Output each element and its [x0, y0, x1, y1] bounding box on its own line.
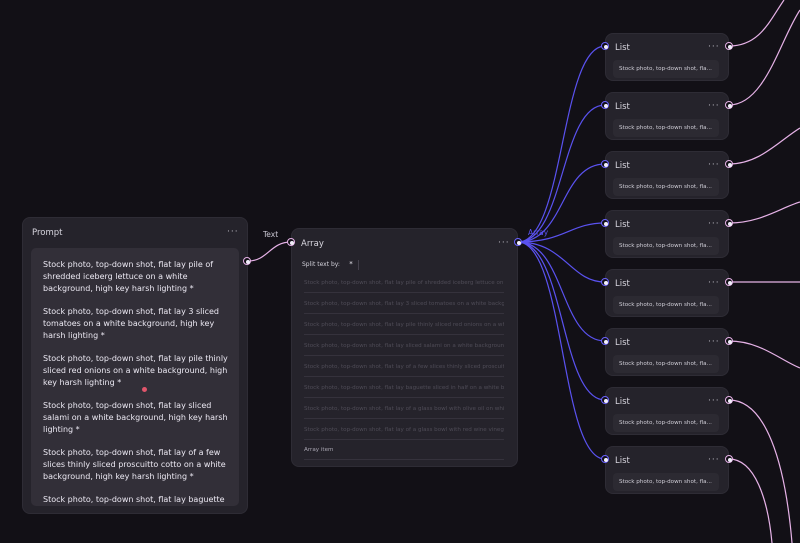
array-item[interactable]: Stock photo, top-down shot, flat lay of …: [304, 359, 504, 377]
prompt-paragraph: Stock photo, top-down shot, flat lay sli…: [43, 401, 228, 434]
list-node[interactable]: List ··· Stock photo, top-down shot, fla…: [605, 387, 729, 435]
prompt-node-title: Prompt: [32, 228, 63, 238]
list-node-value: Stock photo, top-down shot, fla...: [613, 296, 719, 314]
split-text-label: Split text by:: [302, 261, 340, 268]
list-node-menu-button[interactable]: ···: [708, 455, 720, 465]
prompt-paragraph: Stock photo, top-down shot, flat lay pil…: [43, 260, 214, 293]
list-node-value: Stock photo, top-down shot, fla...: [613, 119, 719, 137]
list-node-menu-button[interactable]: ···: [708, 337, 720, 347]
list-input-port[interactable]: [601, 42, 609, 50]
array-node-title: Array: [301, 239, 324, 249]
list-node-menu-button[interactable]: ···: [708, 101, 720, 111]
list-node-menu-button[interactable]: ···: [708, 160, 720, 170]
list-node-menu-button[interactable]: ···: [708, 42, 720, 52]
list-node-title: List: [615, 338, 630, 348]
list-node-title: List: [615, 397, 630, 407]
array-node-menu-button[interactable]: ···: [498, 238, 510, 248]
list-input-port[interactable]: [601, 101, 609, 109]
list-node-menu-button[interactable]: ···: [708, 278, 720, 288]
list-node-title: List: [615, 456, 630, 466]
list-node-value: Stock photo, top-down shot, fla...: [613, 60, 719, 78]
list-input-port[interactable]: [601, 160, 609, 168]
list-node[interactable]: List ··· Stock photo, top-down shot, fla…: [605, 92, 729, 140]
list-input-port[interactable]: [601, 396, 609, 404]
cursor-marker: [142, 387, 147, 392]
edge-label-array: Array: [528, 228, 549, 237]
list-node-value: Stock photo, top-down shot, fla...: [613, 355, 719, 373]
array-input-port[interactable]: [287, 238, 295, 246]
list-output-port[interactable]: [725, 396, 733, 404]
list-node-title: List: [615, 43, 630, 53]
prompt-node-menu-button[interactable]: ···: [227, 227, 239, 237]
list-input-port[interactable]: [601, 337, 609, 345]
split-text-input[interactable]: *: [344, 260, 359, 270]
array-item[interactable]: Stock photo, top-down shot, flat lay of …: [304, 401, 504, 419]
list-node-menu-button[interactable]: ···: [708, 219, 720, 229]
array-item[interactable]: Stock photo, top-down shot, flat lay of …: [304, 422, 504, 440]
prompt-text-area[interactable]: Stock photo, top-down shot, flat lay pil…: [31, 248, 239, 506]
prompt-paragraph: Stock photo, top-down shot, flat lay of …: [43, 448, 226, 481]
prompt-output-port[interactable]: [243, 257, 251, 265]
prompt-paragraph: Stock photo, top-down shot, flat lay 3 s…: [43, 307, 219, 340]
list-input-port[interactable]: [601, 455, 609, 463]
array-item[interactable]: Stock photo, top-down shot, flat lay sli…: [304, 338, 504, 356]
list-input-port[interactable]: [601, 219, 609, 227]
list-node-value: Stock photo, top-down shot, fla...: [613, 473, 719, 491]
list-node-title: List: [615, 102, 630, 112]
array-item[interactable]: Stock photo, top-down shot, flat lay pil…: [304, 275, 504, 293]
prompt-node[interactable]: Prompt ··· Stock photo, top-down shot, f…: [22, 217, 248, 514]
list-node[interactable]: List ··· Stock photo, top-down shot, fla…: [605, 33, 729, 81]
list-output-port[interactable]: [725, 278, 733, 286]
prompt-paragraph: Stock photo, top-down shot, flat lay bag…: [43, 495, 225, 504]
list-input-port[interactable]: [601, 278, 609, 286]
array-item-placeholder[interactable]: Array item: [304, 442, 504, 460]
array-item[interactable]: Stock photo, top-down shot, flat lay pil…: [304, 317, 504, 335]
list-output-port[interactable]: [725, 455, 733, 463]
prompt-paragraph: Stock photo, top-down shot, flat lay pil…: [43, 354, 228, 387]
list-node[interactable]: List ··· Stock photo, top-down shot, fla…: [605, 151, 729, 199]
list-output-port[interactable]: [725, 42, 733, 50]
list-node-menu-button[interactable]: ···: [708, 396, 720, 406]
list-node-value: Stock photo, top-down shot, fla...: [613, 414, 719, 432]
list-node[interactable]: List ··· Stock photo, top-down shot, fla…: [605, 269, 729, 317]
list-node[interactable]: List ··· Stock photo, top-down shot, fla…: [605, 210, 729, 258]
list-node-value: Stock photo, top-down shot, fla...: [613, 237, 719, 255]
list-output-port[interactable]: [725, 219, 733, 227]
list-node-title: List: [615, 279, 630, 289]
list-output-port[interactable]: [725, 337, 733, 345]
list-node[interactable]: List ··· Stock photo, top-down shot, fla…: [605, 328, 729, 376]
array-node[interactable]: Array ··· Split text by: * Stock photo, …: [291, 228, 518, 467]
array-item[interactable]: Stock photo, top-down shot, flat lay bag…: [304, 380, 504, 398]
list-output-port[interactable]: [725, 160, 733, 168]
list-node[interactable]: List ··· Stock photo, top-down shot, fla…: [605, 446, 729, 494]
list-node-title: List: [615, 220, 630, 230]
list-node-value: Stock photo, top-down shot, fla...: [613, 178, 719, 196]
list-node-title: List: [615, 161, 630, 171]
edge-label-text: Text: [263, 230, 279, 239]
array-item[interactable]: Stock photo, top-down shot, flat lay 3 s…: [304, 296, 504, 314]
array-output-port[interactable]: [514, 238, 522, 246]
list-output-port[interactable]: [725, 101, 733, 109]
